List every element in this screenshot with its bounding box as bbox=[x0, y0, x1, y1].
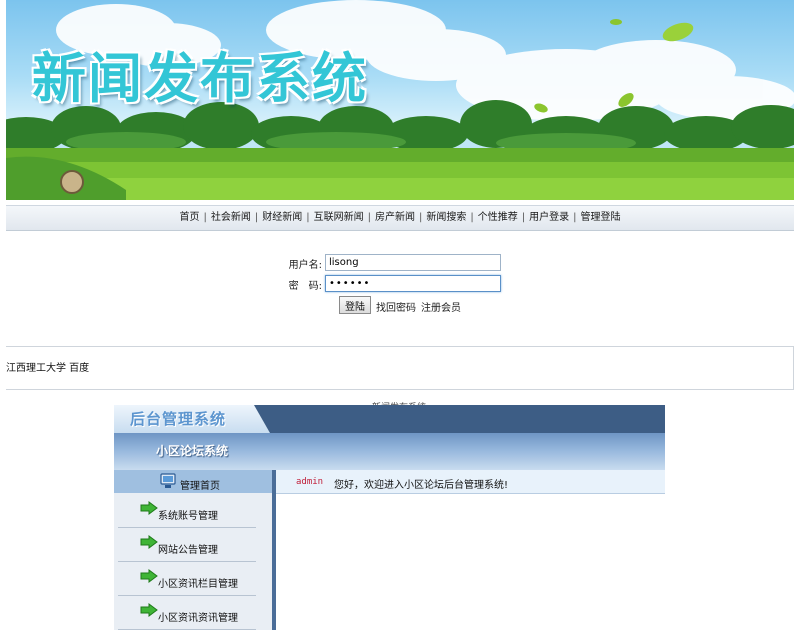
password-input[interactable] bbox=[325, 275, 501, 292]
nav-separator: | bbox=[367, 212, 371, 223]
sidebar-item-news-category-management[interactable]: 小区资讯栏目管理 bbox=[118, 561, 256, 596]
nav-separator: | bbox=[419, 212, 423, 223]
nav-item-news-search[interactable]: 新闻搜索 bbox=[425, 212, 467, 223]
welcome-message: 您好，欢迎进入小区论坛后台管理系统! bbox=[334, 480, 509, 491]
sidebar-item-announcement-management[interactable]: 网站公告管理 bbox=[118, 527, 256, 562]
password-label: 密 码: bbox=[288, 281, 322, 292]
sidebar-item-label: 系统账号管理 bbox=[158, 511, 218, 522]
nav-separator: | bbox=[203, 212, 207, 223]
welcome-username: admin bbox=[296, 477, 324, 487]
sidebar-item-admin-home[interactable]: 管理首页 bbox=[114, 470, 272, 493]
sidebar-item-label: 管理首页 bbox=[180, 481, 220, 492]
nav-item-realestate-news[interactable]: 房产新闻 bbox=[374, 212, 416, 223]
nav-separator: | bbox=[521, 212, 526, 223]
recover-password-link[interactable]: 找回密码 bbox=[376, 299, 416, 314]
admin-subtitle: 小区论坛系统 bbox=[156, 444, 229, 458]
nav-separator: | bbox=[306, 212, 310, 223]
nav-item-recommend[interactable]: 个性推荐 bbox=[477, 212, 519, 223]
nav-separator: | bbox=[573, 212, 577, 223]
nav-item-society-news[interactable]: 社会新闻 bbox=[210, 212, 252, 223]
site-banner: 新闻发布系统 bbox=[6, 0, 794, 200]
sidebar-item-label: 小区资讯栏目管理 bbox=[158, 579, 238, 590]
snail-icon bbox=[60, 170, 84, 194]
nav-item-home[interactable]: 首页 bbox=[179, 212, 201, 223]
nav-separator: | bbox=[470, 212, 474, 223]
sidebar-item-news-management[interactable]: 小区资讯资讯管理 bbox=[118, 595, 256, 630]
site-title: 新闻发布系统 bbox=[32, 47, 368, 110]
admin-subbar: 小区论坛系统 bbox=[114, 433, 665, 470]
footer-box: 江西理工大学 百度 bbox=[6, 346, 794, 390]
username-label: 用户名: bbox=[288, 260, 322, 271]
footer-links[interactable]: 江西理工大学 百度 bbox=[6, 359, 89, 374]
nav-item-finance-news[interactable]: 财经新闻 bbox=[261, 212, 303, 223]
arrow-icon bbox=[140, 501, 158, 515]
nav-item-user-login[interactable]: 用户登录 bbox=[528, 212, 570, 223]
nav-item-admin-login[interactable]: 管理登陆 bbox=[580, 212, 622, 223]
login-button[interactable]: 登陆 bbox=[339, 296, 371, 314]
sidebar-item-label: 网站公告管理 bbox=[158, 545, 218, 556]
register-link[interactable]: 注册会员 bbox=[421, 299, 461, 314]
arrow-icon bbox=[140, 535, 158, 549]
nav-separator: | bbox=[254, 212, 259, 223]
welcome-bar: admin 您好，欢迎进入小区论坛后台管理系统! bbox=[276, 470, 665, 494]
main-nav: 首页 | 社会新闻 | 财经新闻 | 互联网新闻 | 房产新闻 | 新闻搜索 | 个性推荐 | 用户登录 | 管… bbox=[6, 205, 794, 231]
nav-item-internet-news[interactable]: 互联网新闻 bbox=[313, 212, 365, 223]
arrow-icon bbox=[140, 569, 158, 583]
arrow-icon bbox=[140, 603, 158, 617]
sidebar-item-account-management[interactable]: 系统账号管理 bbox=[118, 493, 256, 528]
admin-sidebar: 管理首页 系统账号管理 网站公告管理 小区资讯栏目管理 小区资讯资讯管理 bbox=[114, 470, 276, 630]
admin-panel: 后台管理系统 小区论坛系统 管理首页 系统账号管理 网站公告管理 小区资讯栏目管… bbox=[114, 405, 665, 630]
computer-icon bbox=[160, 473, 176, 488]
sidebar-item-label: 小区资讯资讯管理 bbox=[158, 613, 238, 624]
username-input[interactable] bbox=[325, 254, 501, 271]
admin-logo: 后台管理系统 bbox=[130, 410, 227, 428]
